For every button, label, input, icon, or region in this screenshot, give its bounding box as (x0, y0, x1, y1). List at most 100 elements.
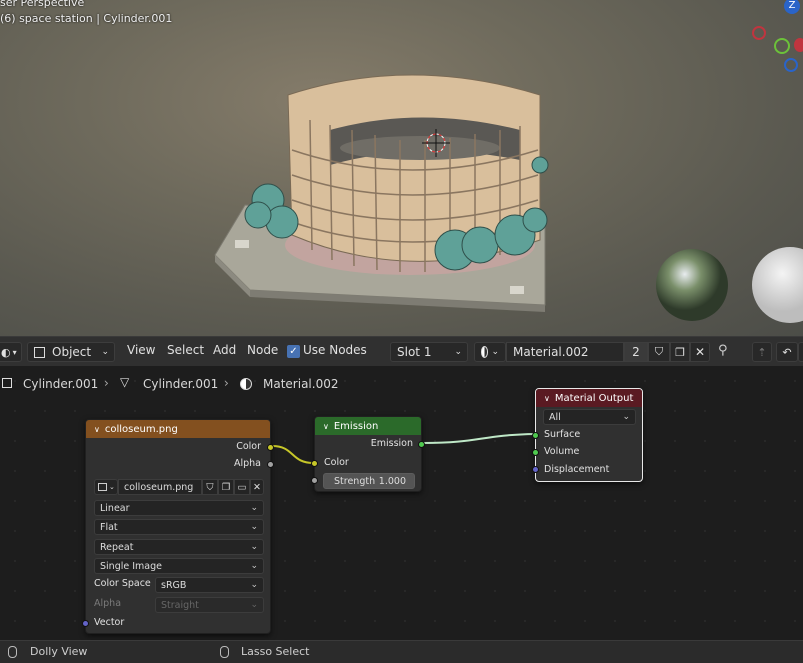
gizmo-neg-x-icon[interactable] (752, 26, 766, 40)
output-alpha-socket[interactable] (267, 461, 274, 468)
snap-icon: ↶ (782, 345, 792, 359)
editor-type-dropdown[interactable]: ◐ ▾ (0, 342, 22, 362)
chevron-down-icon: ⌄ (250, 542, 258, 552)
image-node-header[interactable]: ∨ colloseum.png (86, 420, 270, 438)
slot-dropdown[interactable]: Slot 1 ⌄ (390, 342, 468, 362)
strength-label: Strength (334, 475, 376, 487)
snap-toggle-button[interactable]: ↶ (776, 342, 798, 362)
status-left-text: Dolly View (30, 645, 88, 658)
use-nodes-label: Use Nodes (303, 343, 367, 357)
input-vector-label: Vector (94, 617, 125, 628)
input-volume-socket[interactable] (532, 449, 539, 456)
image-name-field[interactable]: colloseum.png (118, 479, 202, 495)
link-color-to-color (271, 445, 315, 464)
image-duplicate-button[interactable]: ❐ (218, 479, 234, 495)
input-color-socket[interactable] (311, 460, 318, 467)
projection-dropdown[interactable]: Flat ⌄ (94, 519, 264, 535)
image-browse-button[interactable]: ⌄ (94, 479, 118, 495)
chevron-down-icon: ⌄ (250, 522, 258, 532)
input-displacement-socket[interactable] (532, 466, 539, 473)
input-displacement-label: Displacement (544, 464, 610, 475)
collapse-chevron-icon[interactable]: ∨ (94, 425, 100, 434)
image-unlink-button[interactable]: ✕ (250, 479, 264, 495)
output-alpha-label: Alpha (233, 458, 261, 469)
menu-select[interactable]: Select (167, 343, 204, 357)
link-emission-to-surface (422, 433, 536, 444)
input-strength-socket[interactable] (311, 477, 318, 484)
image-texture-node[interactable]: ∨ colloseum.png Color Alpha ⌄ colloseum.… (82, 419, 274, 634)
pin-icon[interactable]: ⚲ (718, 343, 728, 358)
emission-node-header[interactable]: ∨ Emission (315, 417, 421, 435)
unlink-material-button[interactable]: ✕ (690, 342, 710, 362)
output-emission-socket[interactable] (418, 441, 425, 448)
source-dropdown[interactable]: Single Image ⌄ (94, 558, 264, 574)
chevron-down-icon: ⌄ (491, 347, 499, 357)
chevron-down-icon: ⌄ (250, 561, 258, 571)
material-output-node[interactable]: ∨ Material Output All ⌄ Surface Volume D… (532, 388, 643, 482)
material-name-field[interactable]: Material.002 (506, 342, 624, 362)
gizmo-x-axis-icon[interactable] (794, 38, 803, 52)
chevron-down-icon: ⌄ (250, 600, 258, 610)
gizmo-neg-z-icon[interactable] (784, 58, 798, 72)
input-color-label: Color (324, 457, 349, 468)
menu-node[interactable]: Node (247, 343, 278, 357)
chevron-down-icon: ⌄ (250, 580, 258, 590)
node-editor-icon: ◐ (1, 345, 11, 359)
alpha-mode-value: Straight (161, 599, 199, 611)
output-node-title: Material Output (554, 392, 634, 404)
3d-viewport[interactable]: ser Perspective (6) space station | Cyli… (0, 0, 803, 336)
mouse-middle-icon (8, 646, 17, 658)
status-right-text: Lasso Select (241, 645, 310, 658)
chevron-down-icon: ⌄ (454, 347, 462, 357)
mouse-left-icon (220, 646, 229, 658)
input-vector-socket[interactable] (82, 620, 89, 627)
chevron-down-icon: ▾ (12, 347, 17, 357)
menu-view[interactable]: View (127, 343, 155, 357)
output-color-socket[interactable] (267, 444, 274, 451)
image-fake-user-button[interactable]: ⛉ (202, 479, 218, 495)
duplicate-material-button[interactable]: ❐ (670, 342, 690, 362)
interpolation-value: Linear (100, 502, 130, 514)
material-name-text: Material.002 (513, 345, 589, 359)
shield-icon: ⛉ (654, 345, 664, 358)
source-value: Single Image (100, 560, 162, 572)
fake-user-button[interactable]: ⛉ (648, 342, 670, 362)
extension-value: Repeat (100, 541, 134, 553)
collapse-chevron-icon[interactable]: ∨ (544, 394, 550, 403)
parent-node-tree-button[interactable]: ⇡ (752, 342, 772, 362)
strength-field[interactable]: Strength 1.000 (323, 473, 415, 489)
menu-add[interactable]: Add (213, 343, 236, 357)
alpha-mode-dropdown[interactable]: Straight ⌄ (155, 597, 264, 613)
status-bar: Dolly View Lasso Select (0, 640, 803, 663)
object-mode-dropdown[interactable]: Object ⌄ (27, 342, 115, 362)
input-volume-label: Volume (544, 446, 580, 457)
color-space-dropdown[interactable]: sRGB ⌄ (155, 577, 264, 593)
scene-render (214, 74, 803, 323)
extension-dropdown[interactable]: Repeat ⌄ (94, 539, 264, 555)
arrow-up-icon: ⇡ (757, 345, 767, 359)
interpolation-dropdown[interactable]: Linear ⌄ (94, 500, 264, 516)
node-canvas[interactable]: Cylinder.001 › ▽ Cylinder.001 › Material… (0, 366, 803, 638)
gizmo-y-axis-icon[interactable] (774, 38, 790, 54)
output-node-header[interactable]: ∨ Material Output (536, 389, 642, 407)
output-emission-label: Emission (370, 438, 413, 449)
use-nodes-checkbox[interactable]: ✓ (287, 345, 300, 358)
emission-node-title: Emission (333, 420, 379, 432)
output-color-label: Color (236, 441, 261, 452)
output-target-dropdown[interactable]: All ⌄ (543, 409, 636, 425)
material-users-count[interactable]: 2 (624, 342, 648, 362)
copy-icon: ❐ (221, 481, 231, 493)
emission-node[interactable]: ∨ Emission Emission Color Strength 1.000 (311, 416, 425, 492)
image-icon (98, 483, 107, 491)
browse-material-button[interactable]: ⌄ (474, 342, 506, 362)
object-mode-icon (34, 346, 45, 358)
chevron-down-icon: ⌄ (250, 503, 258, 513)
projection-value: Flat (100, 521, 118, 533)
copy-icon: ❐ (675, 345, 685, 359)
overlay-button[interactable] (798, 342, 803, 362)
collapse-chevron-icon[interactable]: ∨ (323, 422, 329, 431)
shield-icon: ⛉ (206, 481, 214, 493)
image-open-button[interactable]: ▭ (234, 479, 250, 495)
input-surface-label: Surface (544, 429, 581, 440)
input-surface-socket[interactable] (532, 432, 539, 439)
